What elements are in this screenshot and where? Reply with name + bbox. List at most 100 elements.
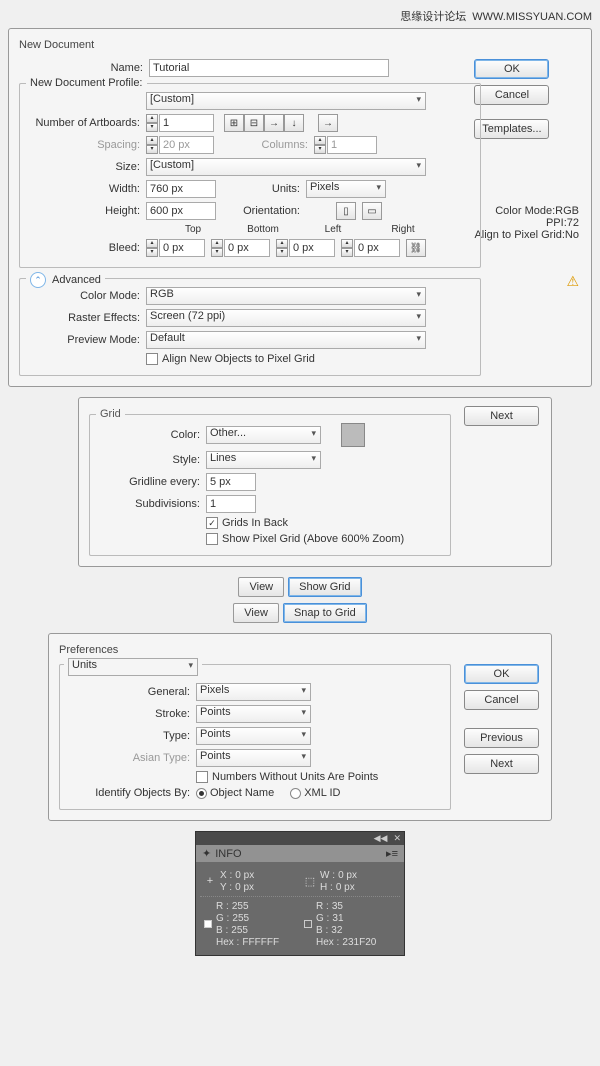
color-swatch[interactable] xyxy=(341,423,365,447)
doc-meta: Color Mode:RGBPPI:72Align to Pixel Grid:… xyxy=(474,205,579,241)
info-header: ◀◀ ✕ xyxy=(196,832,404,845)
spacing-label: Spacing: xyxy=(26,139,146,151)
columns-label: Columns: xyxy=(214,139,314,151)
collapse-icon[interactable]: ⌃ xyxy=(30,272,46,288)
artboards-label: Number of Artboards: xyxy=(26,117,146,129)
subdiv-input[interactable] xyxy=(206,495,256,513)
position-icon: + xyxy=(204,875,216,887)
nounits-label: Numbers Without Units Are Points xyxy=(212,771,378,783)
name-input[interactable] xyxy=(149,59,389,77)
general-select[interactable]: Pixels xyxy=(196,683,311,701)
collapse-icon[interactable]: ◀◀ xyxy=(374,833,388,844)
align-label: Align New Objects to Pixel Grid xyxy=(162,353,315,365)
dialog-title: New Document xyxy=(19,39,481,51)
artboards-spinner[interactable]: ▴▾ xyxy=(146,114,214,132)
preview-select[interactable]: Default xyxy=(146,331,426,349)
grid-color-label: Color: xyxy=(96,429,206,441)
templates-button[interactable]: Templates... xyxy=(474,119,549,139)
type-select[interactable]: Points xyxy=(196,727,311,745)
grid-style-select[interactable]: Lines xyxy=(206,451,321,469)
size-label: Size: xyxy=(26,161,146,173)
bleed-right-spinner[interactable]: ▴▾ xyxy=(341,239,400,257)
gridline-input[interactable] xyxy=(206,473,256,491)
orientation-label: Orientation: xyxy=(216,205,306,217)
preferences-dialog: Preferences OK Cancel Previous Next Unit… xyxy=(48,633,552,821)
pref-next-button[interactable]: Next xyxy=(464,754,539,774)
menu-row-2: View Snap to Grid xyxy=(8,603,592,623)
columns-spinner: ▴▾ xyxy=(314,136,377,154)
grid-icon-1[interactable]: ⊞ xyxy=(224,114,244,132)
align-checkbox[interactable] xyxy=(146,353,158,365)
gridsback-label: Grids In Back xyxy=(222,517,288,529)
stroke-select[interactable]: Points xyxy=(196,705,311,723)
fill-swatch-icon xyxy=(204,920,212,928)
grid-style-label: Style: xyxy=(96,454,206,466)
nounits-checkbox[interactable] xyxy=(196,771,208,783)
height-input[interactable] xyxy=(146,202,216,220)
link-bleed-icon[interactable]: ⛓ xyxy=(406,239,426,257)
colormode-select[interactable]: RGB xyxy=(146,287,426,305)
spacing-spinner: ▴▾ xyxy=(146,136,214,154)
gridsback-checkbox[interactable]: ✓ xyxy=(206,517,218,529)
view-menu-button[interactable]: View xyxy=(238,577,284,597)
bleed-label: Bleed: xyxy=(26,242,146,254)
advanced-fieldset: ⌃Advanced Color Mode:RGB Raster Effects:… xyxy=(19,278,481,376)
units-label: Units: xyxy=(216,183,306,195)
next-button[interactable]: Next xyxy=(464,406,539,426)
size-select[interactable]: [Custom] xyxy=(146,158,426,176)
info-tab[interactable]: ✦INFO▸≡ xyxy=(196,845,404,862)
units-select[interactable]: Pixels xyxy=(306,180,386,198)
info-panel: ◀◀ ✕ ✦INFO▸≡ +X : 0 pxY : 0 px ⬚W : 0 px… xyxy=(195,831,405,956)
raster-label: Raster Effects: xyxy=(26,312,146,324)
units-fieldset: Units General:Pixels Stroke:Points Type:… xyxy=(59,664,451,810)
type-label: Type: xyxy=(66,730,196,742)
grid-icon-2[interactable]: ⊟ xyxy=(244,114,264,132)
stroke-label: Stroke: xyxy=(66,708,196,720)
grid-icon-4[interactable]: ↓ xyxy=(284,114,304,132)
orientation-landscape-icon[interactable]: ▭ xyxy=(362,202,382,220)
height-label: Height: xyxy=(26,205,146,217)
ok-button[interactable]: OK xyxy=(474,59,549,79)
profile-fieldset: New Document Profile: [Custom] Number of… xyxy=(19,83,481,268)
width-input[interactable] xyxy=(146,180,216,198)
new-document-dialog: New Document OK Cancel Templates... Colo… xyxy=(8,28,592,387)
bleed-left-spinner[interactable]: ▴▾ xyxy=(276,239,335,257)
pref-previous-button[interactable]: Previous xyxy=(464,728,539,748)
raster-select[interactable]: Screen (72 ppi) xyxy=(146,309,426,327)
stroke-swatch-icon xyxy=(304,920,312,928)
name-label: Name: xyxy=(19,62,149,74)
showpixel-label: Show Pixel Grid (Above 600% Zoom) xyxy=(222,533,404,545)
watermark: 思缘设计论坛WWW.MISSYUAN.COM xyxy=(8,8,592,24)
grid-color-select[interactable]: Other... xyxy=(206,426,321,444)
size-icon: ⬚ xyxy=(304,875,316,888)
pref-cancel-button[interactable]: Cancel xyxy=(464,690,539,710)
showgrid-button[interactable]: Show Grid xyxy=(288,577,361,597)
menu-row-1: View Show Grid xyxy=(8,577,592,597)
pref-ok-button[interactable]: OK xyxy=(464,664,539,684)
colormode-label: Color Mode: xyxy=(26,290,146,302)
view-menu-button-2[interactable]: View xyxy=(233,603,279,623)
cancel-button[interactable]: Cancel xyxy=(474,85,549,105)
objname-radio[interactable] xyxy=(196,788,207,799)
showpixel-checkbox[interactable] xyxy=(206,533,218,545)
subdiv-label: Subdivisions: xyxy=(96,498,206,510)
identify-label: Identify Objects By: xyxy=(66,787,196,799)
bleed-top-spinner[interactable]: ▴▾ xyxy=(146,239,205,257)
asian-select: Points xyxy=(196,749,311,767)
close-icon[interactable]: ✕ xyxy=(393,833,401,844)
orientation-portrait-icon[interactable]: ▯ xyxy=(336,202,356,220)
snaptogrid-button[interactable]: Snap to Grid xyxy=(283,603,367,623)
preview-label: Preview Mode: xyxy=(26,334,146,346)
pref-title: Preferences xyxy=(59,644,451,656)
xmlid-radio[interactable] xyxy=(290,788,301,799)
grid-icon-3[interactable]: → xyxy=(264,114,284,132)
profile-select[interactable]: [Custom] xyxy=(146,92,426,110)
grid-dialog: Next Grid Color:Other... Style:Lines Gri… xyxy=(78,397,552,567)
bleed-bottom-spinner[interactable]: ▴▾ xyxy=(211,239,270,257)
width-label: Width: xyxy=(26,183,146,195)
units-category-select[interactable]: Units xyxy=(68,658,198,676)
asian-label: Asian Type: xyxy=(66,752,196,764)
gridline-label: Gridline every: xyxy=(96,476,206,488)
grid-fieldset: Grid Color:Other... Style:Lines Gridline… xyxy=(89,414,451,556)
arrow-icon[interactable]: → xyxy=(318,114,338,132)
